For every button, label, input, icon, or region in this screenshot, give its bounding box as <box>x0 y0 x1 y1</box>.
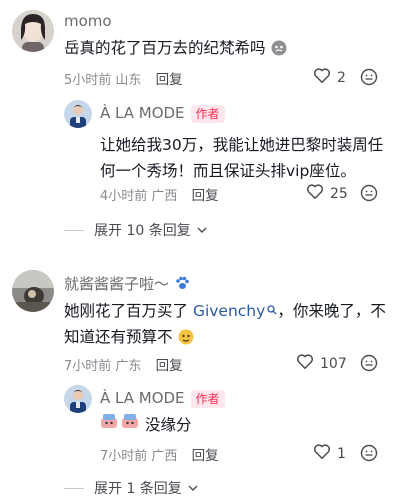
user-avatar-image <box>12 10 54 52</box>
comment-text-part1: 她刚花了百万买了 <box>64 302 193 320</box>
reply-username-text: À LA MODE <box>100 104 185 122</box>
comment-meta: 5小时前 山东 回复 <box>64 68 183 88</box>
expand-divider <box>64 229 84 231</box>
comment-text: 她刚花了百万买了 Givenchy ，你来晚了，不 知道还有预算不 <box>64 297 389 353</box>
like-count: 107 <box>320 355 347 372</box>
brand-link[interactable]: Givenchy <box>193 302 265 320</box>
avatar[interactable] <box>12 270 54 312</box>
comment-username-text: 就酱酱酱子啦～ <box>64 275 170 293</box>
emoji-icon <box>177 327 195 353</box>
comment-text-line2: 知道还有预算不 <box>64 324 389 353</box>
reply-button[interactable]: 回复 <box>192 188 219 204</box>
reply-avatar[interactable] <box>64 100 92 128</box>
sticker-reply-icon[interactable] <box>360 68 378 90</box>
sticker-emoji-icon <box>121 412 139 438</box>
chevron-down-icon <box>197 222 207 238</box>
comment-text-part2: ，你来晚了，不 <box>277 302 386 320</box>
reply-time: 4小时前 <box>100 189 148 204</box>
sticker-reply-icon[interactable] <box>360 444 378 466</box>
reply-avatar[interactable] <box>64 385 92 413</box>
reply-location: 广西 <box>151 189 178 204</box>
like-button[interactable]: 2 <box>313 67 346 88</box>
comment-text-body: 岳真的花了百万去的纪梵希吗 <box>64 39 266 57</box>
reply-text-body: 没缘分 <box>145 416 192 434</box>
author-badge: 作者 <box>190 390 225 408</box>
comment-username[interactable]: momo <box>64 12 112 30</box>
comment-meta: 7小时前 广东 回复 <box>64 354 183 374</box>
user-avatar-image <box>12 270 54 312</box>
author-avatar-image <box>64 385 92 413</box>
reply-meta: 7小时前 广西 回复 <box>100 444 219 464</box>
sticker-reply-icon[interactable] <box>360 184 378 206</box>
like-button[interactable]: 107 <box>296 353 347 374</box>
reply-text: 让她给我30万，我能让她进巴黎时装周任 何一个秀场！而且保证头排vip座位。 <box>100 132 390 184</box>
comment-text-line2-body: 知道还有预算不 <box>64 328 173 346</box>
reply-location: 广西 <box>151 449 178 464</box>
heart-icon <box>313 443 331 464</box>
reply-button[interactable]: 回复 <box>156 72 183 88</box>
reply-text-line1: 让她给我30万，我能让她进巴黎时装周任 <box>100 136 384 154</box>
heart-icon <box>313 67 331 88</box>
comment-location: 广东 <box>115 359 142 374</box>
emoji-icon <box>270 38 288 64</box>
reply-button[interactable]: 回复 <box>192 448 219 464</box>
comment-text: 岳真的花了百万去的纪梵希吗 <box>64 35 288 64</box>
reply-text: 没缘分 <box>100 412 192 438</box>
reply-meta: 4小时前 广西 回复 <box>100 184 219 204</box>
comment-text-line1: 她刚花了百万买了 Givenchy ，你来晚了，不 <box>64 297 389 324</box>
reply-username[interactable]: À LA MODE 作者 <box>100 104 225 123</box>
expand-label: 展开 10 条回复 <box>94 223 191 239</box>
reply-time: 7小时前 <box>100 449 148 464</box>
like-count: 25 <box>330 185 348 202</box>
chevron-down-icon <box>188 480 198 496</box>
expand-divider <box>64 487 84 489</box>
sticker-reply-icon[interactable] <box>360 354 378 376</box>
reply-username-text: À LA MODE <box>100 389 185 407</box>
comment-time: 5小时前 <box>64 73 112 88</box>
heart-icon <box>306 183 324 204</box>
like-button[interactable]: 25 <box>306 183 348 204</box>
reply-username[interactable]: À LA MODE 作者 <box>100 389 225 408</box>
author-avatar-image <box>64 100 92 128</box>
like-button[interactable]: 1 <box>313 443 346 464</box>
expand-replies-button[interactable]: 展开 10 条回复 <box>64 220 207 240</box>
like-count: 1 <box>337 445 346 462</box>
heart-icon <box>296 353 314 374</box>
comment-username[interactable]: 就酱酱酱子啦～ <box>64 273 190 295</box>
author-badge: 作者 <box>190 105 225 123</box>
sticker-emoji-icon <box>100 412 118 438</box>
avatar[interactable] <box>12 10 54 52</box>
paw-icon <box>174 275 190 295</box>
reply-text-line2: 何一个秀场！而且保证头排vip座位。 <box>100 162 356 180</box>
expand-label: 展开 1 条回复 <box>94 481 182 497</box>
search-icon[interactable] <box>267 297 277 323</box>
comment-time: 7小时前 <box>64 359 112 374</box>
comment-location: 山东 <box>115 73 142 88</box>
like-count: 2 <box>337 69 346 86</box>
reply-button[interactable]: 回复 <box>156 358 183 374</box>
expand-replies-button[interactable]: 展开 1 条回复 <box>64 478 198 498</box>
